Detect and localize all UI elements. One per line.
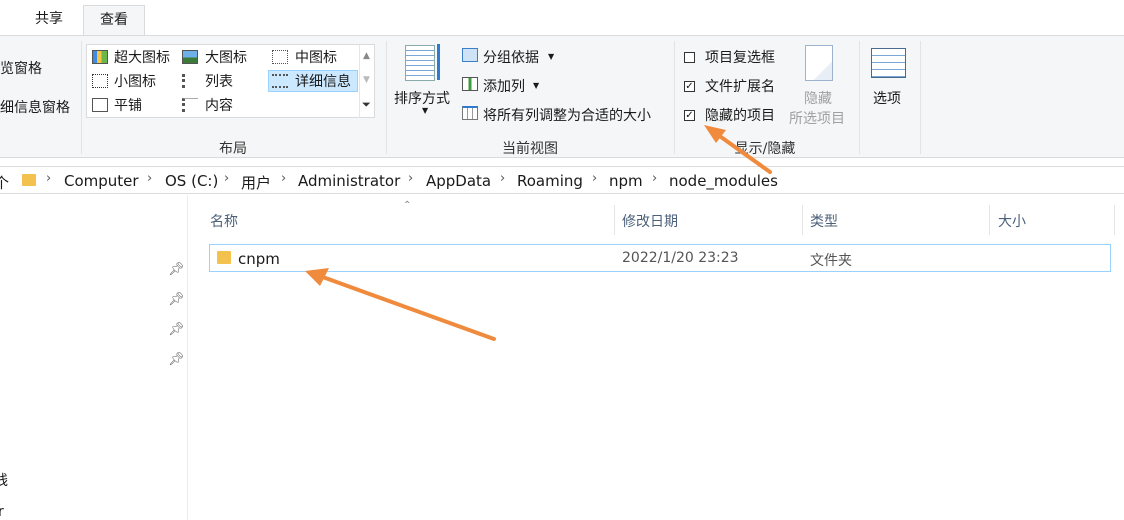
annotation-overlay xyxy=(305,125,772,341)
annotation-arrow-cnpm xyxy=(305,268,496,341)
annotation-arrow-hidden-items xyxy=(704,125,772,174)
